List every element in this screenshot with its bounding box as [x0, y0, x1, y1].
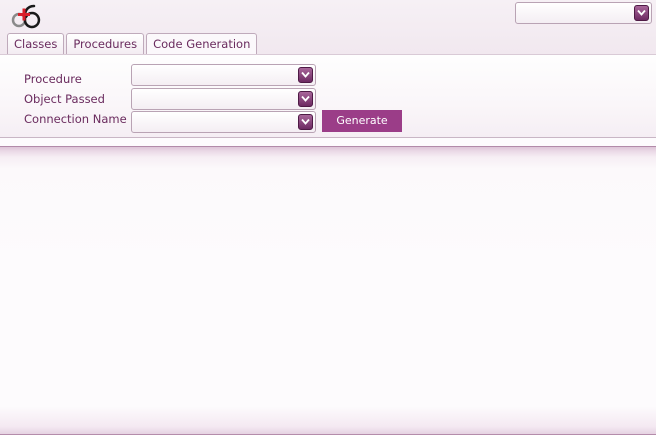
chevron-down-icon[interactable]: [298, 91, 313, 107]
procedure-select[interactable]: [131, 64, 316, 86]
divider: [0, 137, 656, 138]
generated-code-area: [0, 146, 656, 435]
chevron-down-icon[interactable]: [634, 5, 649, 21]
tab-label: Classes: [14, 37, 58, 51]
object-passed-label: Object Passed: [24, 92, 105, 106]
tab-label: Code Generation: [153, 37, 251, 51]
tab-label: Procedures: [73, 37, 138, 51]
generate-button-label: Generate: [336, 114, 388, 127]
object-passed-select[interactable]: [131, 88, 316, 110]
tab-procedures[interactable]: Procedures: [66, 33, 145, 54]
chevron-down-icon[interactable]: [298, 114, 313, 130]
logo-icon: [9, 3, 43, 29]
generate-button[interactable]: Generate: [322, 110, 402, 132]
connection-name-label: Connection Name: [24, 112, 127, 126]
tab-code-generation[interactable]: Code Generation: [146, 33, 258, 54]
tab-classes[interactable]: Classes: [7, 33, 65, 54]
chevron-down-icon[interactable]: [298, 67, 313, 83]
tab-bar: Classes Procedures Code Generation: [7, 33, 259, 54]
procedure-label: Procedure: [24, 72, 82, 86]
connection-name-select[interactable]: [131, 111, 316, 133]
top-right-select[interactable]: [515, 2, 652, 24]
